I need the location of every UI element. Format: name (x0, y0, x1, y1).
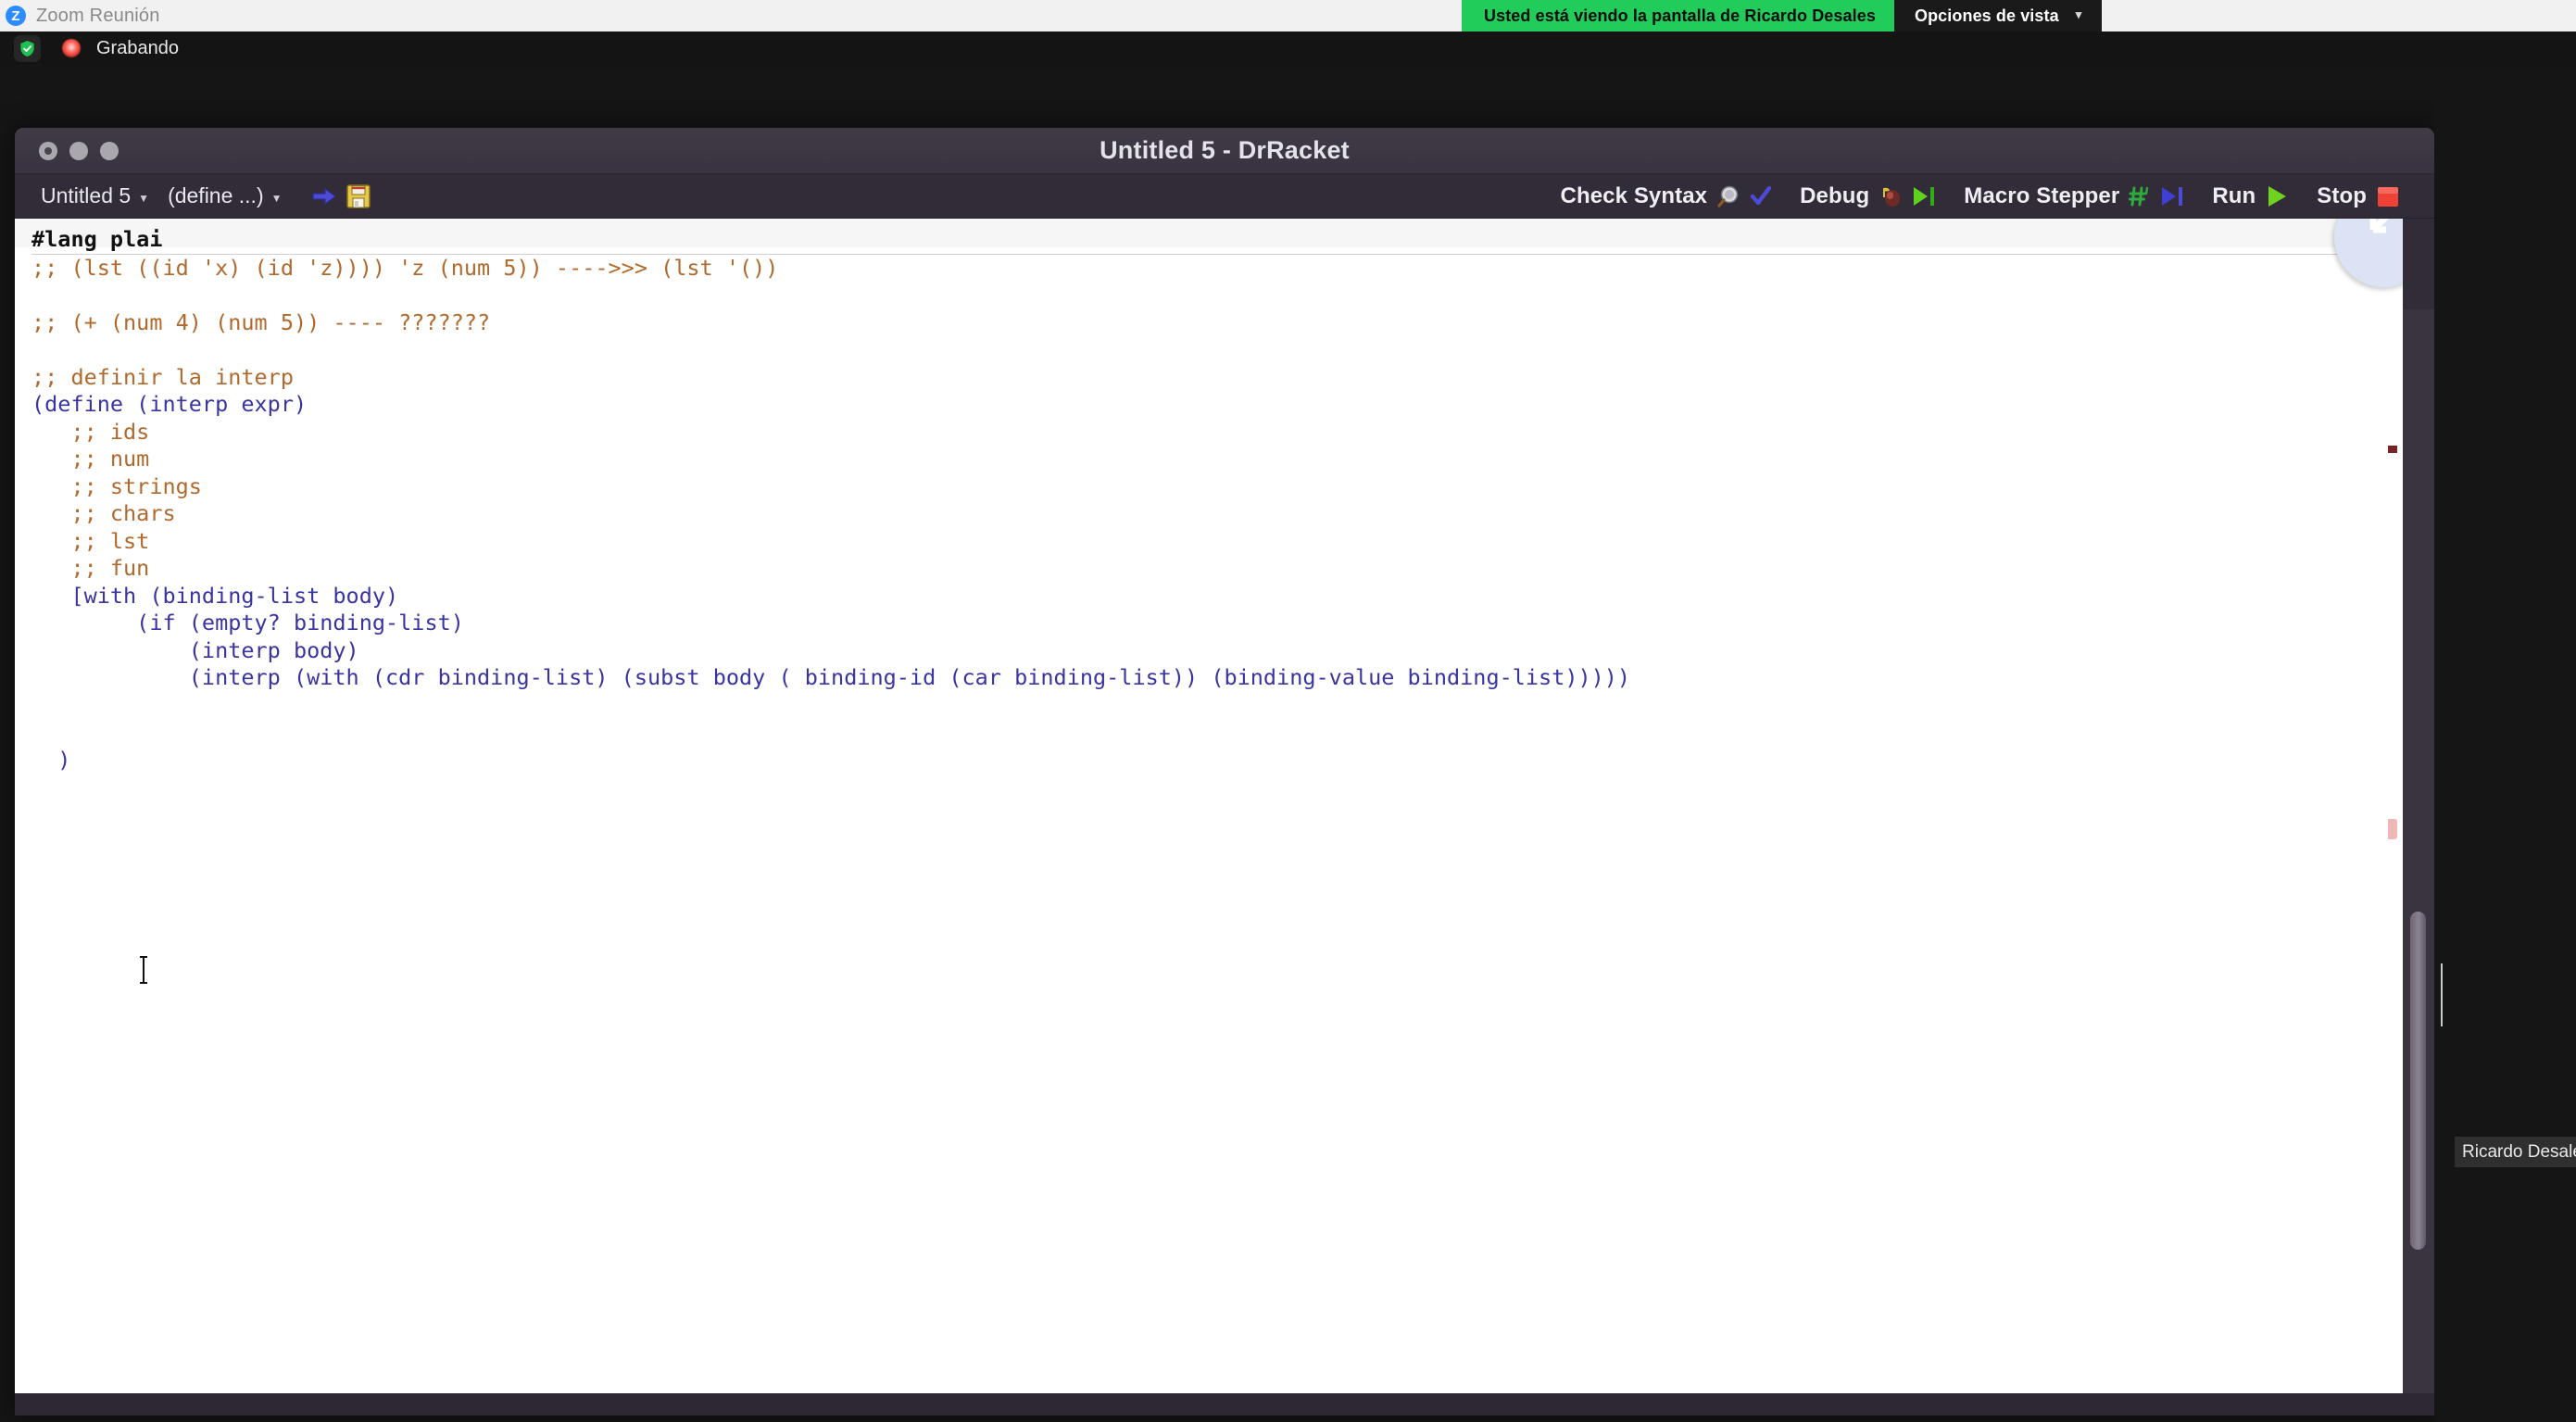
drracket-toolbar: Untitled 5 ▼ (define ...) ▼ Check Syntax… (15, 174, 2434, 219)
file-selector-dropdown[interactable]: Untitled 5 ▼ (31, 183, 158, 208)
blue-check-icon (1750, 185, 1772, 206)
code-line: ;; num (31, 446, 150, 472)
shield-check-glyph (20, 40, 34, 57)
definitions-selector-label: (define ...) (168, 183, 264, 208)
code-line: (if (empty? binding-list) (31, 610, 464, 635)
code-line: ;; strings (31, 472, 202, 499)
code-line: (define (interp expr) (31, 391, 308, 417)
screen-share-status-banner: Usted está viendo la pantalla de Ricardo… (1462, 0, 1894, 31)
run-label: Run (2212, 183, 2256, 208)
paren-match-marker (2388, 819, 2397, 839)
drracket-status-strip (15, 1393, 2434, 1416)
participant-name-label: Ricardo Desales (2455, 1137, 2576, 1167)
blue-play-to-bar-icon (2162, 187, 2183, 206)
chevron-down-icon: ▾ (2075, 7, 2082, 21)
record-dot-icon (59, 36, 83, 60)
stop-label: Stop (2317, 183, 2367, 208)
green-play-to-bar-icon (1914, 187, 1935, 206)
paren-marker-top (2388, 446, 2397, 453)
file-selector-label: Untitled 5 (41, 183, 132, 208)
drracket-titlebar[interactable]: Untitled 5 - DrRacket (15, 128, 2434, 174)
definitions-editor[interactable]: #lang plai;; (lst ((id 'x) (id 'z)))) 'z… (15, 219, 2403, 1393)
code-line: ;; definir la interp (31, 363, 294, 390)
scrollbar-thumb[interactable] (2410, 912, 2426, 1250)
code-line: ;; lst (31, 527, 150, 554)
definitions-selector-dropdown[interactable]: (define ...) ▼ (158, 183, 291, 208)
run-button[interactable]: Run (2198, 183, 2303, 209)
editor-vertical-scrollbar[interactable] (2403, 309, 2434, 1416)
source-code-text[interactable]: #lang plai;; (lst ((id 'x) (id 'z)))) 'z… (31, 226, 2403, 774)
shield-check-icon[interactable] (14, 34, 41, 62)
page-title: Untitled 5 - DrRacket (1100, 136, 1350, 164)
zoom-recording-bar: Grabando (0, 31, 2576, 65)
debug-button[interactable]: Debug (1786, 183, 1950, 209)
screen-share-banner-group: Usted está viendo la pantalla de Ricardo… (1462, 0, 2103, 31)
debug-label: Debug (1800, 183, 1870, 208)
code-line: (interp (with (cdr binding-list) (subst … (31, 664, 1631, 690)
view-options-button[interactable]: Opciones de vista ▾ (1893, 0, 2103, 31)
code-line: ;; (lst ((id 'x) (id 'z)))) 'z (num 5)) … (31, 254, 779, 281)
chevron-down-icon: ▼ (138, 191, 150, 205)
zoom-titlebar: Z Zoom Reunión (0, 0, 2576, 31)
floppy-disk-icon[interactable] (346, 183, 371, 208)
blue-arrow-icon[interactable] (312, 186, 336, 207)
zoom-side-panel (2434, 65, 2576, 1422)
check-syntax-label: Check Syntax (1560, 183, 1708, 208)
code-line: [with (binding-list body) (31, 582, 399, 609)
check-syntax-button[interactable]: Check Syntax (1547, 183, 1787, 209)
i-beam-cursor-icon (137, 955, 149, 985)
code-line: ;; fun (31, 555, 150, 581)
stop-button[interactable]: Stop (2303, 183, 2414, 209)
code-line: ) (31, 746, 71, 773)
green-play-icon (2268, 186, 2287, 207)
recording-status-label: Grabando (96, 37, 179, 58)
magnifier-icon (1717, 185, 1739, 208)
zoom-window-title: Zoom Reunión (36, 5, 160, 26)
toolbar-actions: Check Syntax Debug Macro Stepper Run Sto… (1547, 174, 2414, 219)
drracket-window: Untitled 5 - DrRacket Untitled 5 ▼ (defi… (15, 128, 2434, 1416)
code-line: ;; (+ (num 4) (num 5)) ---- ??????? (31, 308, 491, 335)
editor-area: #lang plai;; (lst ((id 'x) (id 'z)))) 'z… (15, 219, 2434, 1416)
macro-stepper-button[interactable]: Macro Stepper (1950, 183, 2198, 209)
macro-stepper-label: Macro Stepper (1964, 183, 2120, 208)
lang-line: #lang plai (31, 226, 2403, 255)
bug-icon (1883, 187, 1901, 207)
view-options-label: Opciones de vista (1914, 6, 2059, 25)
zoom-logo-icon: Z (6, 6, 26, 26)
code-line: ;; ids (31, 418, 150, 445)
code-line: ;; chars (31, 500, 176, 526)
drag-handle-icon[interactable] (2441, 963, 2448, 1026)
chevron-down-icon: ▼ (270, 191, 283, 205)
hash-quote-icon (2129, 186, 2149, 207)
red-stop-square-icon (2378, 187, 2398, 207)
collapse-arrow-glyph (2369, 219, 2389, 233)
code-line: (interp body) (31, 636, 359, 663)
